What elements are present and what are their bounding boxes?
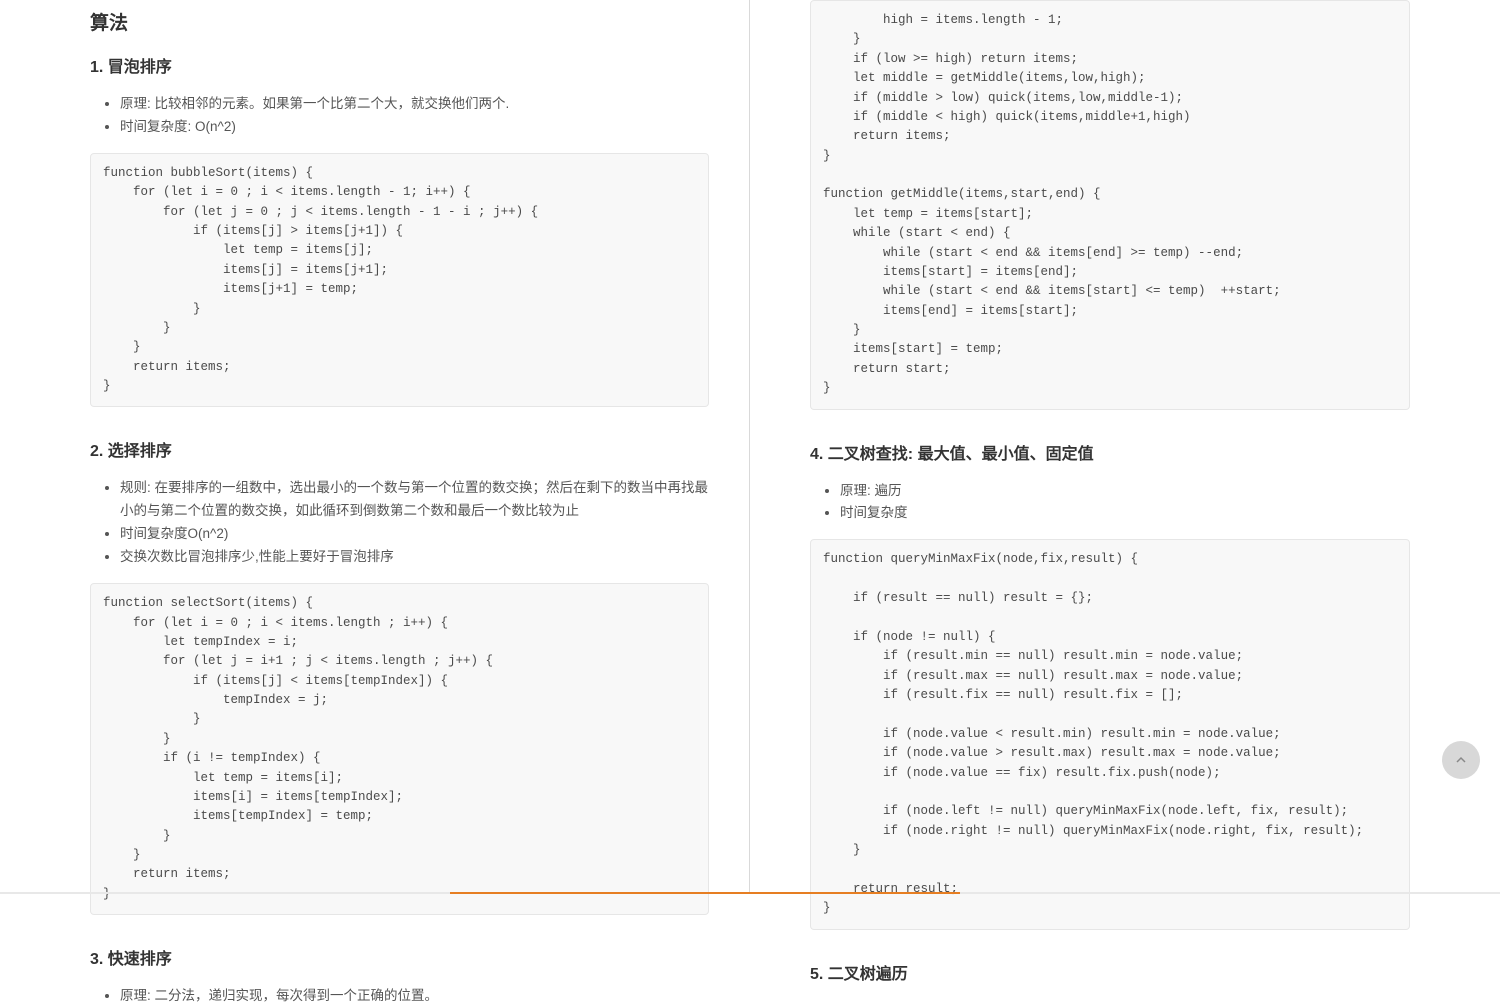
section-2-bullets: 规则: 在要排序的一组数中，选出最小的一个数与第一个位置的数交换；然后在剩下的数… xyxy=(90,477,709,569)
section-1-code[interactable]: function bubbleSort(items) { for (let i … xyxy=(90,153,709,408)
list-item: 规则: 在要排序的一组数中，选出最小的一个数与第一个位置的数交换；然后在剩下的数… xyxy=(120,477,709,523)
list-item: 时间复杂度 xyxy=(840,502,1410,525)
list-item: 时间复杂度: O(n^2) xyxy=(120,116,709,139)
section-2-code[interactable]: function selectSort(items) { for (let i … xyxy=(90,583,709,915)
section-3-code-continued[interactable]: high = items.length - 1; } if (low >= hi… xyxy=(810,0,1410,410)
section-4-title: 4. 二叉树查找: 最大值、最小值、固定值 xyxy=(810,440,1410,464)
section-2-title: 2. 选择排序 xyxy=(90,437,709,461)
main-title: 算法 xyxy=(90,8,709,35)
section-1-title: 1. 冒泡排序 xyxy=(90,53,709,77)
section-3-bullets: 原理: 二分法，递归实现，每次得到一个正确的位置。 xyxy=(90,985,709,1008)
right-column: high = items.length - 1; } if (low >= hi… xyxy=(750,0,1500,894)
left-column: 算法 1. 冒泡排序 原理: 比较相邻的元素。如果第一个比第二个大，就交换他们两… xyxy=(0,0,750,894)
section-4-bullets: 原理: 遍历 时间复杂度 xyxy=(810,480,1410,526)
page-container: 算法 1. 冒泡排序 原理: 比较相邻的元素。如果第一个比第二个大，就交换他们两… xyxy=(0,0,1500,894)
scroll-to-top-button[interactable] xyxy=(1442,741,1480,779)
chevron-up-icon xyxy=(1453,752,1469,768)
list-item: 时间复杂度O(n^2) xyxy=(120,523,709,546)
section-4-code[interactable]: function queryMinMaxFix(node,fix,result)… xyxy=(810,539,1410,929)
list-item: 原理: 比较相邻的元素。如果第一个比第二个大，就交换他们两个. xyxy=(120,93,709,116)
list-item: 交换次数比冒泡排序少,性能上要好于冒泡排序 xyxy=(120,546,709,569)
section-5-title: 5. 二叉树遍历 xyxy=(810,960,1410,984)
list-item: 原理: 二分法，递归实现，每次得到一个正确的位置。 xyxy=(120,985,709,1008)
section-1-bullets: 原理: 比较相邻的元素。如果第一个比第二个大，就交换他们两个. 时间复杂度: O… xyxy=(90,93,709,139)
list-item: 原理: 遍历 xyxy=(840,480,1410,503)
section-3-title: 3. 快速排序 xyxy=(90,945,709,969)
